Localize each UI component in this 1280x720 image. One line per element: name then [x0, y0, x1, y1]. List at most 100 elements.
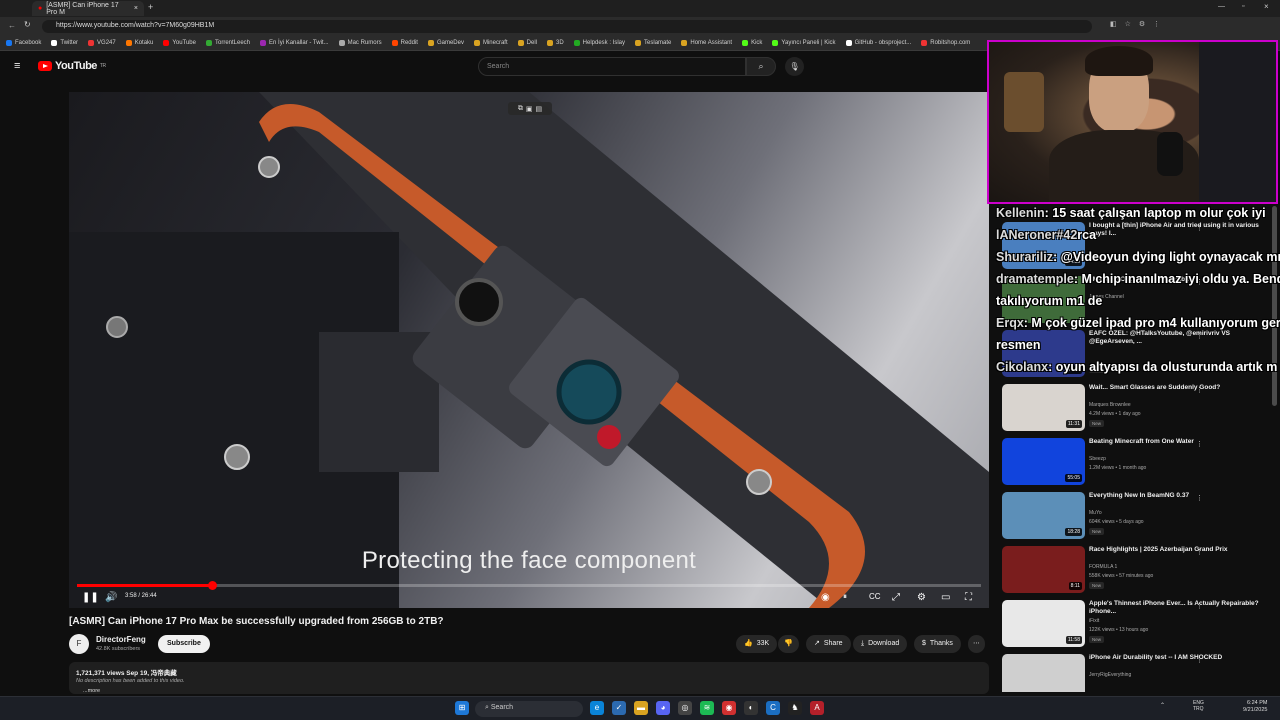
recommended-video[interactable]: 8:11 Race Highlights | 2025 Azerbaijan Gr… [996, 546, 1272, 596]
recommended-video[interactable]: iPhone Air Durability test -- I AM SHOCK… [996, 654, 1272, 692]
recommended-channel[interactable]: JerryRigEverything [1089, 672, 1131, 678]
video-overlay-tools[interactable]: ⧉ ▣ ▤ [508, 102, 552, 115]
toggle-icon[interactable]: ⏸ [843, 592, 847, 602]
show-more-link[interactable]: ...more [83, 688, 100, 694]
back-icon[interactable]: ← [8, 21, 16, 30]
chrome-icon[interactable]: ◉ [722, 701, 736, 715]
bookmark-item[interactable]: Minecraft [473, 40, 508, 46]
volume-icon[interactable]: 🔊 [105, 592, 117, 603]
recommended-title[interactable]: Apple's Thinnest iPhone Ever... Is Actua… [1089, 600, 1259, 616]
bookmark-item[interactable]: Dell [517, 40, 537, 46]
more-options-icon[interactable]: ⋮ [1196, 602, 1203, 610]
voice-search-button[interactable]: 🎙 [785, 57, 804, 76]
recommended-title[interactable]: iPhone Air Durability test -- I AM SHOCK… [1089, 654, 1259, 662]
more-actions-button[interactable]: ⋯ [968, 635, 985, 653]
reload-icon[interactable]: ↻ [24, 20, 31, 29]
bookmark-item[interactable]: Home Assistant [681, 40, 732, 46]
like-button[interactable]: 👍 33K [736, 635, 778, 653]
recommended-video[interactable]: 55:05 Beating Minecraft from One Water Sbe… [996, 438, 1272, 488]
spotify-icon[interactable]: ≋ [700, 701, 714, 715]
video-thumbnail[interactable] [1002, 654, 1085, 692]
recommended-channel[interactable]: FORMULA 1 [1089, 564, 1117, 570]
tray-arrow-icon[interactable]: ⌃ [1160, 702, 1165, 709]
app-icon-11[interactable]: A [810, 701, 824, 715]
fullscreen-icon[interactable]: ⛶ [965, 592, 972, 603]
subscribe-button[interactable]: Subscribe [158, 635, 210, 653]
bookmark-item[interactable]: 3D [547, 40, 564, 46]
search-button[interactable]: ⌕ [746, 57, 776, 76]
bookmark-item[interactable]: Twitter [51, 40, 78, 46]
captions-icon[interactable]: CC [869, 592, 881, 601]
copy-icon[interactable]: ▤ [536, 105, 543, 113]
clock[interactable]: 6:24 PM 9/21/2025 [1243, 700, 1267, 714]
video-thumbnail[interactable]: 11:31 [1002, 384, 1085, 431]
bookmark-item[interactable]: Kick [742, 40, 762, 46]
video-thumbnail[interactable]: 55:05 [1002, 438, 1085, 485]
dislike-button[interactable]: 👎 [778, 635, 799, 653]
recommended-channel[interactable]: Sbeezp [1089, 456, 1106, 462]
youtube-logo[interactable]: YouTube TR [38, 60, 106, 72]
start-icon[interactable]: ⊞ [455, 701, 469, 715]
file-explorer-icon[interactable]: ▬ [634, 701, 648, 715]
recommended-channel[interactable]: MuYo [1089, 510, 1102, 516]
close-tab-icon[interactable]: × [134, 5, 138, 12]
recommended-title[interactable]: Race Highlights | 2025 Azerbaijan Grand … [1089, 546, 1259, 554]
recommended-video[interactable]: 18:28 Everything New In BeamNG 0.37 MuYo 60… [996, 492, 1272, 542]
taskbar-search[interactable]: ⌕ Search [475, 701, 583, 717]
pause-icon[interactable]: ❚❚ [82, 592, 99, 603]
more-options-icon[interactable]: ⋮ [1196, 656, 1203, 664]
autoplay-icon[interactable]: ◉ [821, 592, 830, 603]
recommended-title[interactable]: Wait... Smart Glasses are Suddenly Good? [1089, 384, 1259, 392]
video-thumbnail[interactable]: 8:11 [1002, 546, 1085, 593]
channel-avatar[interactable]: F [69, 634, 89, 654]
app-icon-10[interactable]: ♞ [788, 701, 802, 715]
bookmark-item[interactable]: Kotaku [125, 40, 153, 46]
obs-icon[interactable]: ◐ [744, 701, 758, 715]
recommended-channel[interactable]: Marques Brownlee [1089, 402, 1131, 408]
bookmark-item[interactable]: Facebook [6, 40, 41, 46]
bookmark-item[interactable]: Helpdesk : Islay [573, 40, 625, 46]
extension-icons[interactable]: ◧☆⚙⋮ [1110, 20, 1168, 28]
bookmark-item[interactable]: Robitshop.com [921, 40, 970, 46]
bookmark-item[interactable]: GameDev [427, 40, 464, 46]
close-window-icon[interactable]: × [1264, 2, 1269, 11]
search-input[interactable]: Search [478, 57, 746, 76]
bookmark-item[interactable]: Yayıncı Paneli | Kick [772, 40, 836, 46]
settings-gear-icon[interactable]: ⚙ [917, 592, 926, 603]
recommended-video[interactable]: 11:31 Wait... Smart Glasses are Suddenly … [996, 384, 1272, 434]
app-icon-5[interactable]: ◎ [678, 701, 692, 715]
bookmark-item[interactable]: En İyi Kanallar - Twit... [260, 40, 329, 46]
more-options-icon[interactable]: ⋮ [1196, 494, 1203, 502]
bookmark-item[interactable]: VG247 [88, 40, 116, 46]
bookmark-item[interactable]: TorrentLeech [205, 40, 250, 46]
maximize-icon[interactable]: ▫ [1242, 3, 1244, 10]
download-button[interactable]: ⤓ Download [853, 635, 908, 653]
progress-scrubber[interactable] [207, 581, 217, 590]
tab-active[interactable]: ● [ASMR] Can iPhone 17 Pro M × [32, 1, 144, 16]
progress-bar[interactable] [77, 581, 981, 590]
edge-icon[interactable]: e [590, 701, 604, 715]
more-options-icon[interactable]: ⋮ [1196, 548, 1203, 556]
description-box[interactable]: 1,721,371 views Sep 19, 冯帝典藏 No descript… [69, 662, 989, 694]
recommended-title[interactable]: Beating Minecraft from One Water [1089, 438, 1259, 446]
new-tab-icon[interactable]: + [148, 2, 153, 12]
channel-name[interactable]: DirectorFeng [96, 635, 146, 644]
share-button[interactable]: ↗ Share [806, 635, 851, 653]
bookmark-item[interactable]: Teslamate [635, 40, 671, 46]
discord-icon[interactable]: ◕ [656, 701, 670, 715]
url-field[interactable]: https://www.youtube.com/watch?v=7M60g09H… [42, 20, 1092, 33]
language-indicator[interactable]: ENG TRQ [1193, 700, 1204, 712]
pip-icon[interactable]: ⧉ [518, 105, 523, 113]
more-options-icon[interactable]: ⋮ [1196, 440, 1203, 448]
video-player[interactable]: ⧉ ▣ ▤ Protecting the face component ❚❚ 🔊… [69, 92, 989, 608]
recommended-title[interactable]: Everything New In BeamNG 0.37 [1089, 492, 1259, 500]
bookmark-item[interactable]: Reddit [391, 40, 418, 46]
recommended-channel[interactable]: iFixit [1089, 618, 1099, 624]
app-icon-9[interactable]: C [766, 701, 780, 715]
bookmark-item[interactable]: YouTube [163, 40, 196, 46]
video-thumbnail[interactable]: 11:58 [1002, 600, 1085, 647]
recommended-video[interactable]: 11:58 Apple's Thinnest iPhone Ever... Is … [996, 600, 1272, 650]
menu-icon[interactable]: ≡ [14, 60, 20, 72]
minimize-icon[interactable]: — [1218, 3, 1225, 10]
bookmark-item[interactable]: GitHub - obsproject... [845, 40, 911, 46]
